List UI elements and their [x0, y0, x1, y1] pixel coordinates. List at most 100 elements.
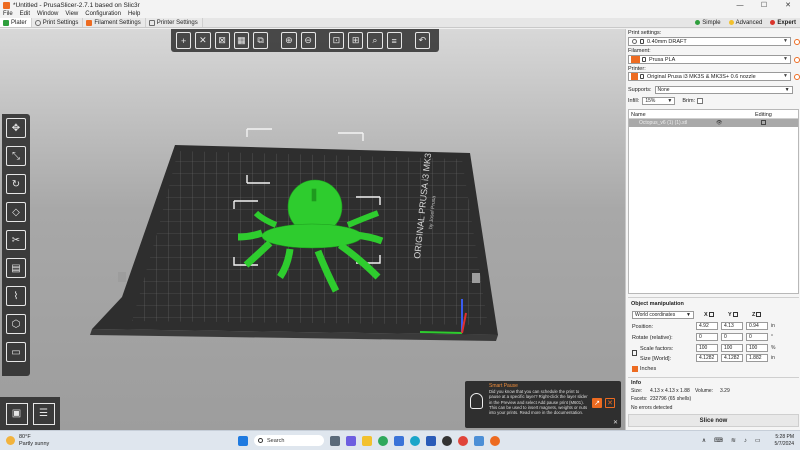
rotate-tool-icon[interactable]: ↻	[6, 174, 26, 194]
scale-z-field[interactable]: 100	[746, 344, 768, 352]
minimize-button[interactable]: —	[728, 0, 752, 10]
supports-label: Supports:	[628, 87, 652, 93]
task-view-icon[interactable]	[330, 435, 340, 446]
object-row[interactable]: Octopus_v6 (1) (1).stl 👁	[629, 119, 798, 127]
size-y-field[interactable]: 4.1282	[721, 354, 743, 362]
scale-y-field[interactable]: 100	[721, 344, 743, 352]
size-z-field[interactable]: 1.882	[746, 354, 768, 362]
edge-icon[interactable]	[410, 435, 420, 446]
coordinates-combo[interactable]: World coordinates ▼	[632, 311, 694, 319]
file-explorer-icon[interactable]	[362, 435, 372, 446]
infill-combo[interactable]: 15% ▼	[642, 97, 676, 105]
menu-file[interactable]: File	[3, 11, 13, 17]
position-y-field[interactable]: 4.13	[721, 322, 743, 330]
chat-icon[interactable]	[346, 435, 356, 446]
maximize-button[interactable]: ☐	[752, 0, 776, 10]
filament-color-swatch[interactable]	[631, 56, 640, 63]
mail-icon[interactable]	[426, 435, 436, 446]
delete-object-button[interactable]: ✕	[195, 32, 211, 49]
menu-edit[interactable]: Edit	[20, 11, 30, 17]
rotate-x-field[interactable]: 0	[696, 333, 718, 341]
hint-dismiss-button[interactable]: ✕	[605, 398, 615, 408]
filament-gear-icon[interactable]	[794, 57, 800, 63]
remove-instance-button[interactable]: ⊖	[300, 32, 316, 49]
mode-expert-label: Expert	[777, 19, 796, 26]
menu-window[interactable]: Window	[37, 11, 58, 17]
windows-start-icon[interactable]	[238, 435, 248, 446]
position-z-field[interactable]: 0.94	[746, 322, 768, 330]
inches-checkbox[interactable]	[632, 366, 638, 372]
variable-layer-icon[interactable]: ⬡	[6, 314, 26, 334]
column-editing[interactable]: Editing	[755, 112, 772, 118]
edit-settings-icon[interactable]	[761, 120, 766, 125]
scale-tool-icon[interactable]: ⤡	[6, 146, 26, 166]
mode-advanced[interactable]: Advanced	[725, 18, 767, 27]
3d-viewport[interactable]: ORIGINAL PRUSA i3 MK3 by Josef Prusa + ✕…	[0, 29, 625, 430]
tab-filament-settings[interactable]: Filament Settings	[83, 18, 146, 27]
tab-print-settings[interactable]: Print Settings	[31, 18, 84, 27]
brim-checkbox[interactable]	[697, 98, 704, 104]
tab-plater[interactable]: Plater	[0, 18, 32, 27]
position-x-field[interactable]: 4.92	[696, 322, 718, 330]
print-settings-gear-icon[interactable]	[794, 39, 800, 45]
seam-painting-icon[interactable]: ⌇	[6, 286, 26, 306]
lock-icon[interactable]	[632, 350, 637, 356]
close-button[interactable]: ✕	[776, 0, 800, 10]
search-button[interactable]: ⌕	[367, 32, 383, 49]
prusaslicer-taskbar-icon[interactable]	[490, 435, 500, 446]
size-x-field[interactable]: 4.1282	[696, 354, 718, 362]
column-name[interactable]: Name	[631, 112, 646, 118]
tray-chevron-up-icon[interactable]: ∧	[702, 437, 706, 444]
printer-combo[interactable]: Original Prusa i3 MK3S & MK3S+ 0.6 nozzl…	[628, 72, 791, 81]
hint-open-button[interactable]: ↗	[592, 398, 602, 408]
eye-icon[interactable]: 👁	[716, 120, 722, 126]
print-settings-combo[interactable]: 0.40mm DRAFT ▼	[628, 37, 791, 46]
3d-view-cube-icon[interactable]: ▣	[5, 402, 28, 425]
tab-printer-settings[interactable]: Printer Settings	[145, 18, 203, 27]
browser-icon[interactable]	[378, 435, 388, 446]
split-parts-button[interactable]: ⊞	[348, 32, 364, 49]
store-icon[interactable]	[394, 435, 404, 446]
lock-icon	[640, 39, 644, 44]
cut-tool-icon[interactable]: ✂	[6, 230, 26, 250]
copy-button[interactable]: ⧉	[253, 32, 269, 49]
arrange-button[interactable]: ▦	[233, 32, 249, 49]
keyboard-icon[interactable]: ⌨	[714, 437, 723, 444]
add-object-button[interactable]: +	[176, 32, 192, 49]
volume-icon[interactable]: ♪	[744, 438, 747, 444]
slice-now-button[interactable]: Slice now	[628, 414, 799, 427]
undo-button[interactable]: ↶	[414, 32, 430, 49]
taskbar-clock[interactable]: 5:28 PM 5/7/2024	[775, 434, 794, 447]
move-tool-icon[interactable]: ✥	[6, 118, 26, 138]
filament-combo[interactable]: Prusa PLA ▼	[628, 55, 791, 64]
scale-x-field[interactable]: 100	[696, 344, 718, 352]
measure-tool-icon[interactable]: ▭	[6, 342, 26, 362]
weather-widget[interactable]: 80°F Partly sunny	[6, 434, 49, 447]
tab-plater-label: Plater	[11, 19, 27, 26]
taskbar-search[interactable]: Search	[254, 435, 324, 446]
chrome-icon[interactable]	[458, 435, 468, 446]
wifi-icon[interactable]: ≋	[731, 437, 736, 444]
place-on-face-icon[interactable]: ◇	[6, 202, 26, 222]
paint-supports-icon[interactable]: ▤	[6, 258, 26, 278]
rotate-z-field[interactable]: 0	[746, 333, 768, 341]
menu-configuration[interactable]: Configuration	[85, 11, 121, 17]
menu-help[interactable]: Help	[128, 11, 140, 17]
add-instance-button[interactable]: ⊕	[281, 32, 297, 49]
top-toolbar: + ✕ ⊠ ▦ ⧉ ⊕ ⊖ ⊡ ⊞ ⌕ ≡ ↶	[171, 29, 439, 52]
printer-gear-icon[interactable]	[794, 74, 800, 80]
delete-all-button[interactable]: ⊠	[214, 32, 230, 49]
supports-combo[interactable]: None ▼	[654, 86, 793, 94]
menu-view[interactable]: View	[65, 11, 78, 17]
split-objects-button[interactable]: ⊡	[328, 32, 344, 49]
scale-unit: %	[771, 345, 776, 351]
app-icon[interactable]	[442, 435, 452, 446]
layer-editing-button[interactable]: ≡	[386, 32, 402, 49]
battery-icon[interactable]: ▭	[755, 437, 761, 444]
photos-icon[interactable]	[474, 435, 484, 446]
hint-close-icon[interactable]: ✕	[613, 419, 618, 426]
mode-simple[interactable]: Simple	[691, 18, 724, 27]
mode-expert[interactable]: Expert	[766, 18, 800, 27]
rotate-y-field[interactable]: 0	[721, 333, 743, 341]
preview-layers-icon[interactable]: ☰	[32, 402, 55, 425]
